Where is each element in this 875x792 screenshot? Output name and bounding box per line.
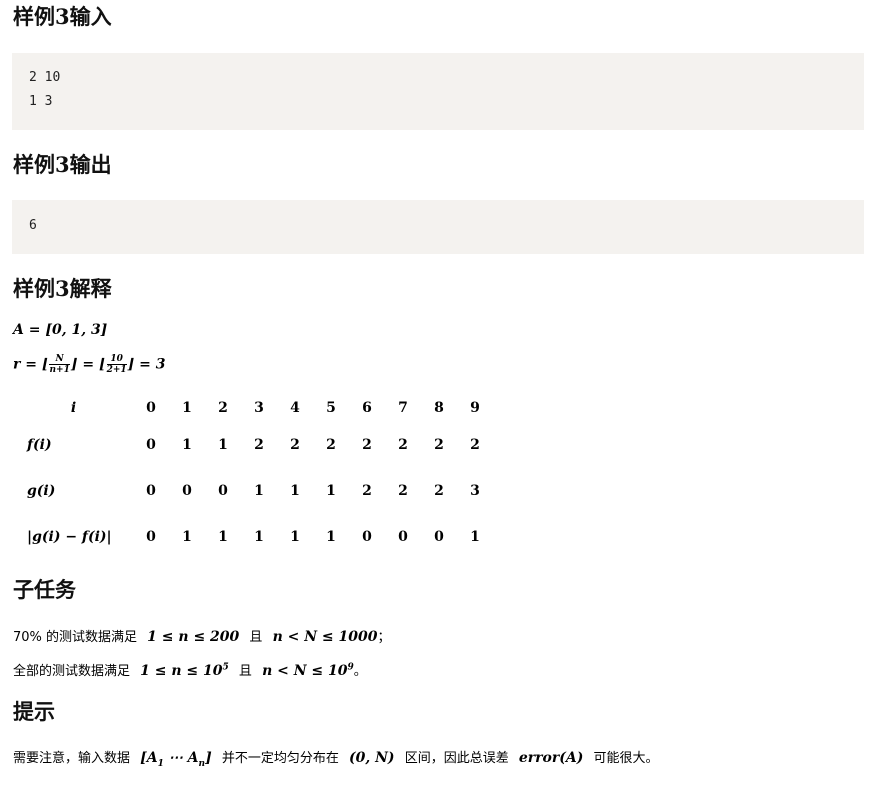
subtask-line-2-math-2-base: n < N ≤ 10 <box>262 663 348 679</box>
fraction-10-denominator: 2+1 <box>106 365 127 375</box>
table-cell: 2 <box>434 483 444 499</box>
table-cell: 0 <box>362 529 372 545</box>
table-cell: 2 <box>362 437 372 453</box>
subtask-line-1-math-2: n < N ≤ 1000 <box>272 629 378 645</box>
subtask-line-2-math-1-base: 1 ≤ n ≤ 10 <box>140 663 223 679</box>
table-cell: 1 <box>290 529 300 545</box>
table-header-cell: 6 <box>362 400 372 416</box>
subtask-line-2-text: 全部的测试数据满足 <box>13 664 131 679</box>
hint-heading: 提示 <box>13 699 55 724</box>
fraction-n-denominator: n+1 <box>49 365 70 375</box>
table-header-cell: 1 <box>182 400 192 416</box>
subtask-line-2-end: 。 <box>353 664 367 679</box>
sample-input-heading: 样例3输入 <box>13 4 112 29</box>
subtask-line-1: 70% 的测试数据满足 1 ≤ n ≤ 200 且 n < N ≤ 1000； <box>13 626 391 645</box>
table-cell: 0 <box>398 529 408 545</box>
fraction-10: 10 2+1 <box>106 354 127 375</box>
table-row: g(i) 0 0 0 1 1 1 2 2 2 3 <box>14 468 493 514</box>
subtask-line-1-math-1: 1 ≤ n ≤ 200 <box>147 629 240 645</box>
table-cell: 1 <box>470 529 480 545</box>
r-formula-lhs: r = ⌊ <box>13 356 49 373</box>
table-row-label: g(i) <box>27 483 56 499</box>
fraction-10-numerator: 10 <box>106 354 127 365</box>
table-cell: 1 <box>182 437 192 453</box>
fraction-n: Nn+1 <box>49 354 70 375</box>
sample-output-line-1: 6 <box>29 218 37 233</box>
table-cell: 0 <box>146 529 156 545</box>
hint-text-1: 需要注意，输入数据 <box>13 751 131 766</box>
hint-text-4: 可能很大。 <box>593 751 659 766</box>
table-row-label: f(i) <box>27 437 52 453</box>
table-header-label: i <box>70 400 77 416</box>
table-cell: 0 <box>146 437 156 453</box>
subtask-line-1-end: ； <box>377 630 391 645</box>
sample-explain-heading: 样例3解释 <box>13 276 112 301</box>
array-a-formula: A = [0, 1, 3] <box>13 322 108 338</box>
table-cell: 0 <box>434 529 444 545</box>
sample-input-line-2: 1 3 <box>29 94 53 109</box>
hint-text-2: 并不一定均匀分布在 <box>221 751 339 766</box>
hint-math-array-close: ] <box>205 750 212 766</box>
subtask-line-1-text: 70% 的测试数据满足 <box>13 630 138 645</box>
sample-input-block: 2 10 1 3 <box>12 53 864 130</box>
sample-output-block: 6 <box>12 200 864 254</box>
table-header-cell: 8 <box>434 400 444 416</box>
r-formula-end: ⌋ = 3 <box>127 356 166 373</box>
table-cell: 2 <box>326 437 336 453</box>
table-header-cell: 7 <box>398 400 408 416</box>
hint-paragraph: 需要注意，输入数据 [A1 ⋯ An] 并不一定均匀分布在 (0, N) 区间，… <box>13 747 659 769</box>
table-cell: 1 <box>326 529 336 545</box>
table-cell: 2 <box>398 437 408 453</box>
table-cell: 1 <box>218 437 228 453</box>
hint-text-3: 区间，因此总误差 <box>404 751 509 766</box>
table-header-cell: 4 <box>290 400 300 416</box>
table-header-row: i 0 1 2 3 4 5 6 7 8 9 <box>14 394 493 422</box>
table-cell: 1 <box>218 529 228 545</box>
sample-input-line-1: 2 10 <box>29 70 61 85</box>
fraction-n-numerator: N <box>49 354 70 365</box>
sample-output-heading: 样例3输出 <box>13 152 112 177</box>
r-formula-mid: ⌋ = ⌊ <box>70 356 106 373</box>
table-cell: 2 <box>398 483 408 499</box>
table-cell: 2 <box>470 437 480 453</box>
r-formula: r = ⌊ Nn+1 ⌋ = ⌊ 10 2+1 ⌋ = 3 <box>13 354 166 375</box>
table-cell: 1 <box>254 529 264 545</box>
table-cell: 1 <box>290 483 300 499</box>
subtask-line-2-math-1-exp: 5 <box>222 662 229 673</box>
subtask-line-2: 全部的测试数据满足 1 ≤ n ≤ 105 且 n < N ≤ 109。 <box>13 660 367 679</box>
table-header-cell: 2 <box>218 400 228 416</box>
table-cell: 2 <box>254 437 264 453</box>
subtask-line-2-and: 且 <box>238 664 252 679</box>
subtask-line-2-math-2: n < N ≤ 109 <box>262 662 354 679</box>
table-header-cell: 3 <box>254 400 264 416</box>
subtask-line-1-and: 且 <box>249 630 263 645</box>
table-row: f(i) 0 1 1 2 2 2 2 2 2 2 <box>14 422 493 468</box>
table-header-cell: 0 <box>146 400 156 416</box>
hint-math-array-open: [A <box>140 750 158 766</box>
subtask-heading: 子任务 <box>13 577 76 602</box>
table-cell: 1 <box>326 483 336 499</box>
table-row-label: |g(i) − f(i)| <box>27 529 112 545</box>
hint-math-array: [A1 ⋯ An] <box>140 750 212 769</box>
table-cell: 1 <box>254 483 264 499</box>
table-cell: 0 <box>182 483 192 499</box>
table-cell: 1 <box>182 529 192 545</box>
table-cell: 0 <box>146 483 156 499</box>
subtask-line-2-math-1: 1 ≤ n ≤ 105 <box>140 662 229 679</box>
hint-math-interval: (0, N) <box>349 750 395 766</box>
table-header-cell: 9 <box>470 400 480 416</box>
hint-math-array-mid: ⋯ A <box>163 750 199 766</box>
table-row: |g(i) − f(i)| 0 1 1 1 1 1 0 0 0 1 <box>14 514 493 560</box>
table-cell: 2 <box>362 483 372 499</box>
table-header-cell: 5 <box>326 400 336 416</box>
table-cell: 2 <box>434 437 444 453</box>
page: 样例3输入 2 10 1 3 样例3输出 6 样例3解释 A = [0, 1, … <box>0 0 875 792</box>
explain-table: i 0 1 2 3 4 5 6 7 8 9 f(i) 0 1 1 2 2 2 2 2 2 2 g(i) 0 0 0 1 1 1 2 2 2 3 |… <box>14 394 493 560</box>
table-cell: 2 <box>290 437 300 453</box>
hint-math-error: error(A) <box>518 750 584 766</box>
table-cell: 0 <box>218 483 228 499</box>
table-cell: 3 <box>470 483 480 499</box>
